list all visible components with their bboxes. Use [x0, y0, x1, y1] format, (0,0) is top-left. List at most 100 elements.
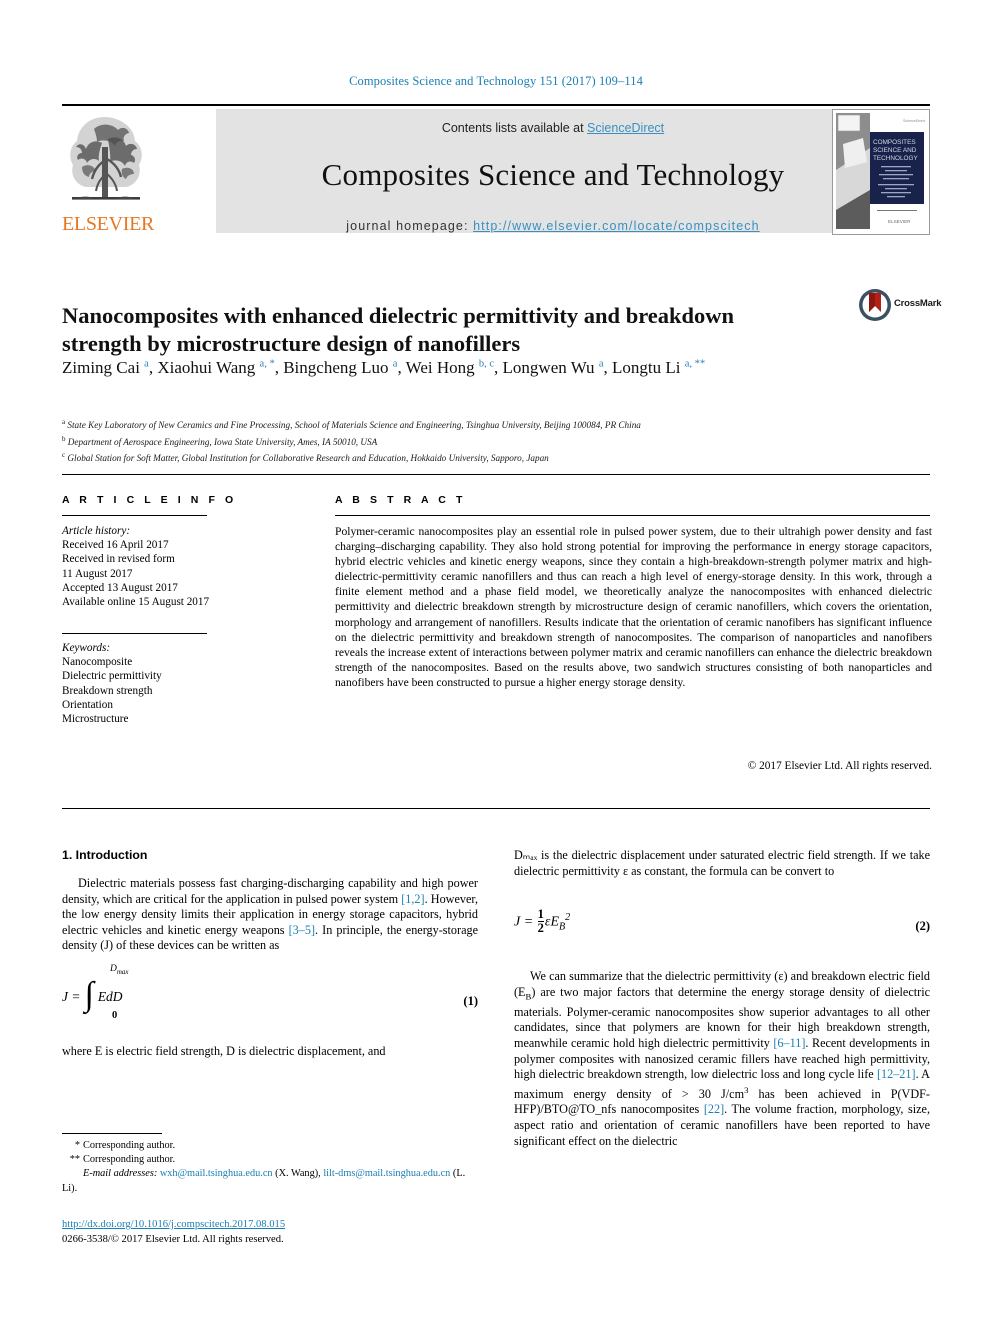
abstract-copyright: © 2017 Elsevier Ltd. All rights reserved…	[747, 760, 932, 772]
email-link-li[interactable]: lilt-dms@mail.tsinghua.edu.cn	[323, 1168, 450, 1179]
svg-text:COMPOSITES: COMPOSITES	[873, 139, 916, 146]
keyword-item: Orientation	[62, 698, 113, 711]
journal-homepage-link[interactable]: http://www.elsevier.com/locate/compscite…	[473, 219, 760, 233]
equation-1-body: J = ∫ EdD Dmax 0	[62, 964, 129, 1021]
elsevier-logo: ELSEVIER	[62, 109, 155, 235]
email-owner-wang: (X. Wang),	[275, 1168, 321, 1180]
crossmark-badge[interactable]: CrossMark	[858, 288, 942, 322]
equation-1-upper-limit: Dmax	[110, 963, 129, 976]
equation-2-body: J = 1 2 εEB2	[514, 907, 571, 936]
footnote-corresponding-2: ** Corresponding author.	[62, 1153, 478, 1167]
affiliation-mark-a: a	[62, 418, 66, 426]
affiliation-c: c Global Station for Soft Matter, Global…	[62, 449, 922, 466]
paragraph-right-1: Dₘₐₓ is the dielectric displacement unde…	[514, 848, 930, 878]
article-info-rule	[62, 515, 207, 516]
svg-text:SCIENCE AND: SCIENCE AND	[873, 147, 917, 154]
citation-link-6-11[interactable]: [6–11]	[773, 1036, 805, 1050]
citation-link-3-5[interactable]: [3–5]	[289, 923, 315, 937]
doi-block: http://dx.doi.org/10.1016/j.compscitech.…	[62, 1218, 492, 1247]
email-label: E-mail addresses:	[83, 1168, 158, 1180]
masthead-band: Contents lists available at ScienceDirec…	[216, 109, 890, 233]
fraction-numerator: 1	[537, 907, 544, 922]
footnote-mark-1: *	[74, 1140, 80, 1151]
equation-1-number: (1)	[463, 993, 478, 1008]
crossmark-icon	[859, 289, 891, 321]
footnote-mark-2: **	[69, 1154, 80, 1166]
history-item: Accepted 13 August 2017	[62, 581, 178, 594]
svg-text:ScienceDirect: ScienceDirect	[903, 119, 925, 123]
article-page: Composites Science and Technology 151 (2…	[0, 0, 992, 1323]
equation-1-lhs: J =	[62, 988, 81, 1004]
running-head: Composites Science and Technology 151 (2…	[349, 74, 643, 88]
equation-1: J = ∫ EdD Dmax 0 (1)	[62, 964, 478, 1032]
crossmark-label: CrossMark	[894, 298, 942, 309]
homepage-line: journal homepage: http://www.elsevier.co…	[216, 219, 890, 233]
issn-copyright-line: 0266-3538/© 2017 Elsevier Ltd. All right…	[62, 1233, 284, 1245]
affiliation-mark-c: c	[62, 451, 66, 460]
affiliation-mark-b: b	[62, 434, 66, 443]
article-info-heading: A R T I C L E I N F O	[62, 494, 237, 506]
equation-2-number: (2)	[915, 919, 930, 934]
svg-text:TECHNOLOGY: TECHNOLOGY	[873, 155, 918, 162]
article-history-label: Article history:	[62, 525, 131, 537]
affiliation-text-c: Global Station for Soft Matter, Global I…	[67, 453, 549, 464]
equation-1-lower-limit: 0	[112, 1009, 118, 1021]
citation-link-1-2[interactable]: [1,2]	[401, 892, 424, 906]
affiliation-a: a State Key Laboratory of New Ceramics a…	[62, 416, 922, 433]
author-list: Ziming Cai a, Xiaohui Wang a, *, Bingche…	[62, 352, 842, 379]
svg-text:ELSEVIER: ELSEVIER	[888, 219, 911, 224]
sciencedirect-link[interactable]: ScienceDirect	[587, 121, 664, 135]
history-item: 11 August 2017	[62, 567, 133, 580]
abstract-heading: A B S T R A C T	[335, 494, 466, 506]
footnote-rule	[62, 1133, 162, 1134]
keywords-label: Keywords:	[62, 642, 111, 654]
history-item: Received in revised form	[62, 553, 175, 566]
fraction-denominator: 2	[537, 921, 544, 936]
keyword-item: Microstructure	[62, 713, 129, 726]
paragraph-right-2: We can summarize that the dielectric per…	[514, 969, 930, 1149]
equation-2: J = 1 2 εEB2 (2)	[514, 893, 930, 957]
abstract-rule	[335, 515, 930, 516]
equation-2-superscript: 2	[565, 912, 571, 924]
footnote-block: * Corresponding author. ** Corresponding a…	[62, 1139, 478, 1196]
homepage-prefix: journal homepage:	[346, 219, 474, 233]
footnote-text-1: Corresponding author.	[83, 1140, 176, 1151]
paragraph-intro-1: Dielectric materials possess fast chargi…	[62, 876, 478, 954]
equation-1-integrand: EdD	[97, 988, 123, 1004]
info-band-bottom-rule	[62, 808, 930, 809]
authors-text: Ziming Cai a, Xiaohui Wang a, *, Bingche…	[62, 357, 706, 377]
equation-2-lhs: J =	[514, 914, 534, 930]
elsevier-wordmark: ELSEVIER	[62, 213, 155, 235]
integral-icon: ∫	[84, 975, 94, 1013]
footnote-text-2: Corresponding author.	[83, 1154, 176, 1166]
history-item: Received 16 April 2017	[62, 539, 169, 552]
journal-masthead: ELSEVIER Contents lists available at Sci…	[62, 104, 930, 236]
equation-2-fraction: 1 2	[537, 907, 544, 936]
keyword-item: Breakdown strength	[62, 684, 153, 697]
affiliation-b: b Department of Aerospace Engineering, I…	[62, 433, 922, 450]
equation-2-subscript: B	[559, 921, 566, 933]
keywords-rule	[62, 633, 207, 634]
info-band-top-rule	[62, 474, 930, 475]
equation-2-rhs: εE	[544, 914, 559, 930]
contents-prefix: Contents lists available at	[441, 121, 588, 135]
article-history: Article history: Received 16 April 2017 …	[62, 524, 212, 609]
keyword-item: Nanocomposite	[62, 656, 133, 669]
elsevier-tree-icon	[64, 113, 148, 209]
citation-link-12-21[interactable]: [12–21]	[877, 1067, 916, 1081]
page-title: Nanocomposites with enhanced dielectric …	[62, 303, 735, 357]
journal-title: Composites Science and Technology	[321, 157, 785, 192]
footnote-emails: E-mail addresses: wxh@mail.tsinghua.edu.…	[62, 1167, 478, 1195]
keyword-item: Dielectric permittivity	[62, 670, 162, 683]
affiliation-list: a State Key Laboratory of New Ceramics a…	[62, 416, 922, 466]
paragraph-intro-2: where E is electric field strength, D is…	[62, 1043, 386, 1058]
keyword-list: Keywords: Nanocomposite Dielectric permi…	[62, 641, 222, 726]
citation-link-22[interactable]: [22]	[704, 1102, 724, 1116]
journal-cover-thumbnail: COMPOSITES SCIENCE AND TECHNOLOGY ELSEVI…	[832, 109, 930, 235]
body-column-right: Dₘₐₓ is the dielectric displacement unde…	[514, 848, 930, 1155]
doi-link[interactable]: http://dx.doi.org/10.1016/j.compscitech.…	[62, 1219, 285, 1230]
contents-line: Contents lists available at ScienceDirec…	[216, 109, 890, 135]
affiliation-text-b: Department of Aerospace Engineering, Iow…	[67, 436, 378, 447]
abstract-text: Polymer-ceramic nanocomposites play an e…	[335, 525, 932, 689]
email-link-wang[interactable]: wxh@mail.tsinghua.edu.cn	[160, 1168, 273, 1179]
